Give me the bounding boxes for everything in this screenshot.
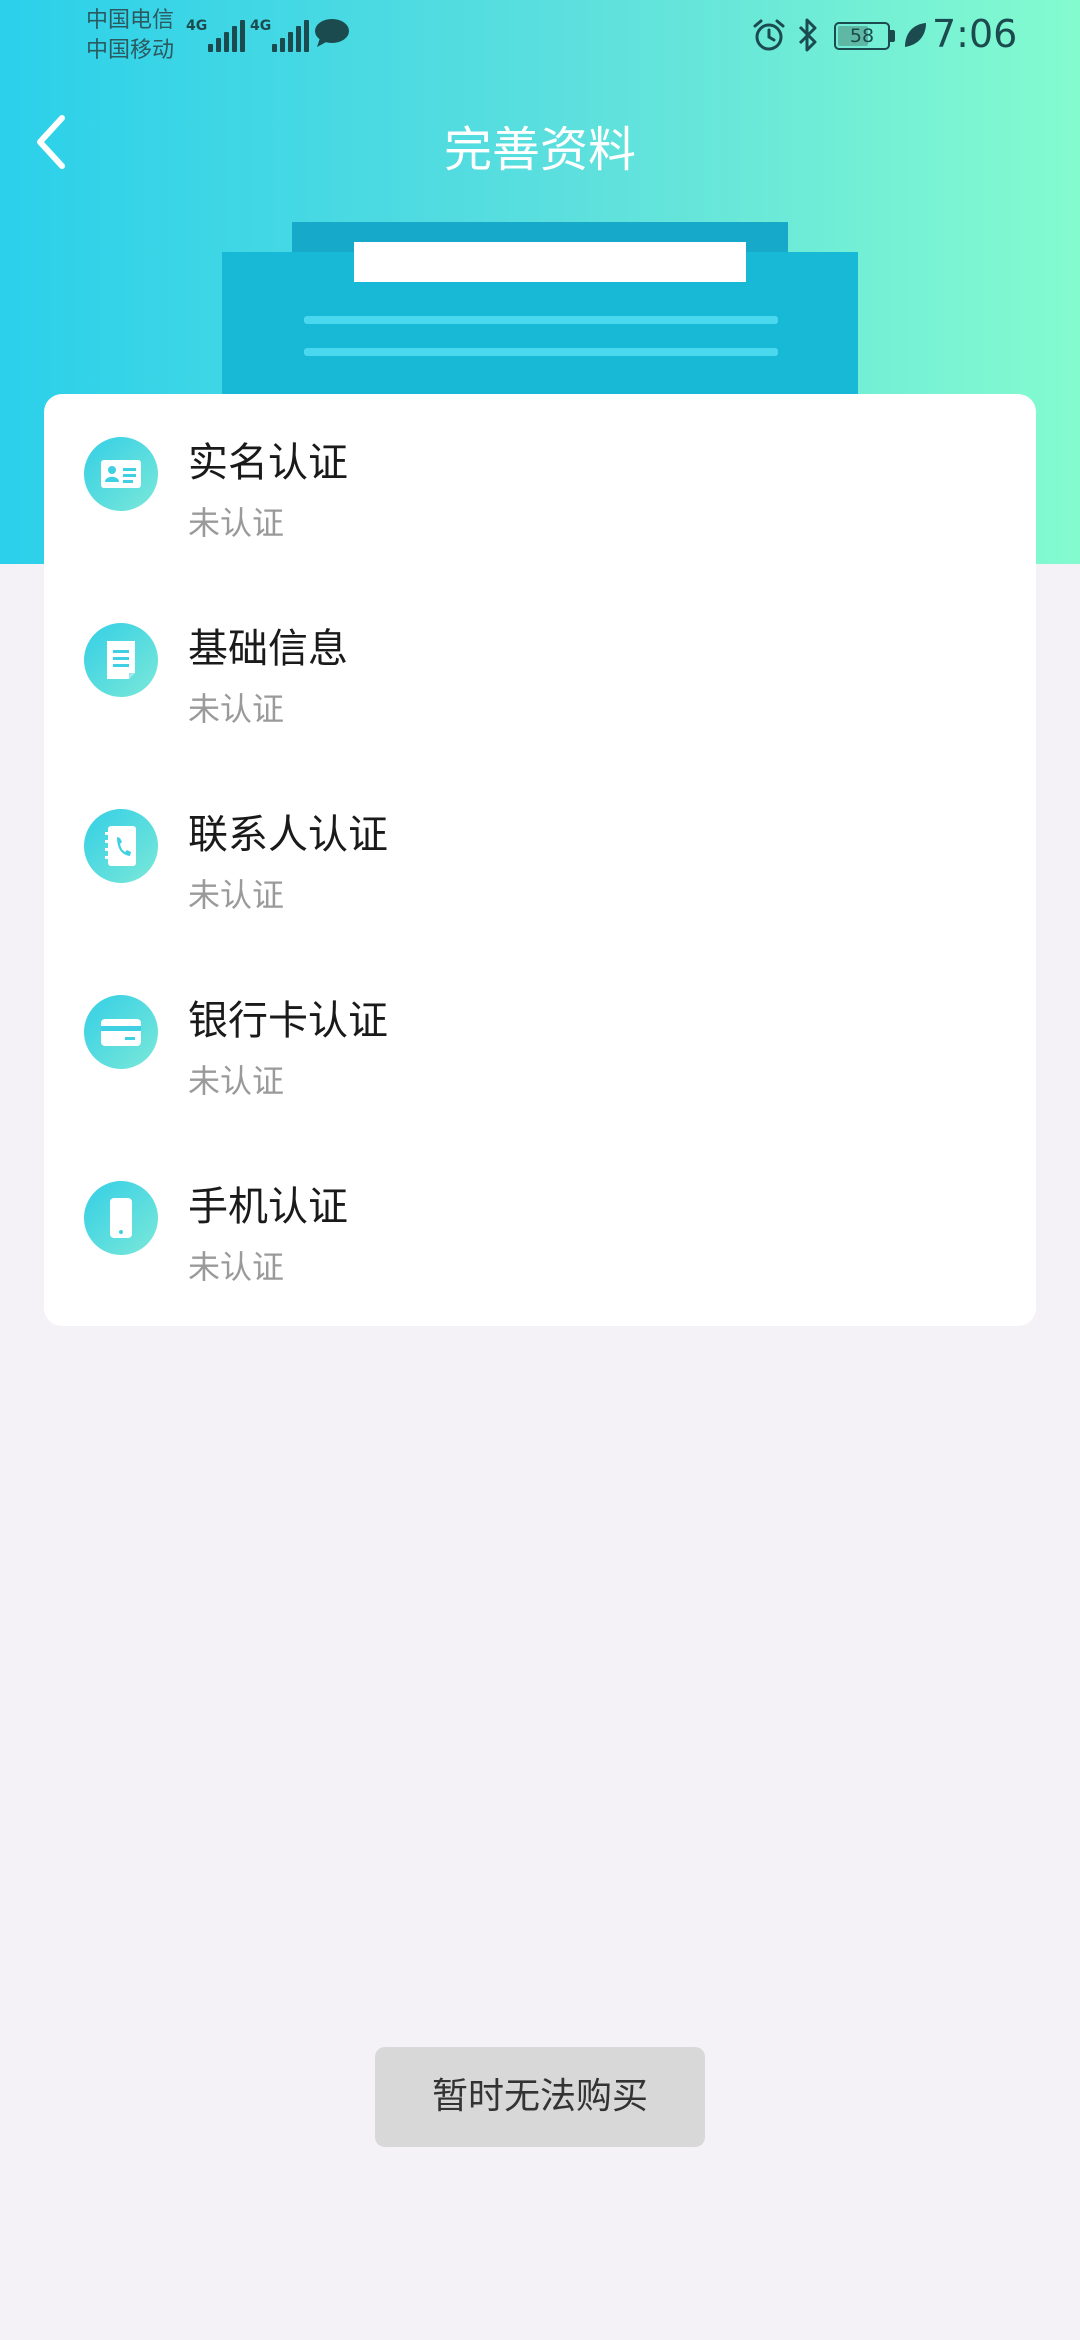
carrier-2-label: 中国移动 bbox=[86, 38, 175, 63]
verification-item-bank-card[interactable]: 银行卡认证 未认证 bbox=[44, 952, 1036, 1138]
verification-item-title: 实名认证 bbox=[188, 440, 348, 486]
contacts-book-icon bbox=[84, 809, 158, 883]
document-illustration-line bbox=[304, 348, 778, 356]
battery-level: 58 bbox=[849, 25, 875, 47]
verification-item-title: 联系人认证 bbox=[188, 812, 388, 858]
mobile-phone-icon bbox=[84, 1181, 158, 1255]
verification-card: 实名认证 未认证 基础信息 未认证 联系人认证 未认证 银行卡认证 未认证 手机… bbox=[44, 394, 1036, 1326]
purchase-unavailable-button[interactable]: 暂时无法购买 bbox=[375, 2047, 705, 2147]
verification-item-status: 未认证 bbox=[188, 876, 285, 914]
verification-item-basic-info[interactable]: 基础信息 未认证 bbox=[44, 580, 1036, 766]
document-icon bbox=[84, 623, 158, 697]
alarm-clock-icon bbox=[753, 19, 785, 51]
verification-item-contacts[interactable]: 联系人认证 未认证 bbox=[44, 766, 1036, 952]
document-illustration-paper bbox=[354, 242, 746, 282]
carrier-labels: 中国电信 中国移动 bbox=[86, 6, 174, 66]
bluetooth-icon bbox=[798, 18, 817, 52]
verification-item-title: 手机认证 bbox=[188, 1184, 348, 1230]
network-1-label: 4G bbox=[186, 18, 208, 34]
document-illustration-line bbox=[304, 316, 778, 324]
battery-icon: 58 bbox=[834, 22, 890, 50]
verification-item-title: 基础信息 bbox=[188, 626, 348, 672]
verification-item-title: 银行卡认证 bbox=[188, 998, 388, 1044]
bank-card-icon bbox=[84, 995, 158, 1069]
carrier-1-label: 中国电信 bbox=[86, 8, 175, 33]
clock: 7:06 bbox=[932, 12, 1018, 56]
verification-item-real-name[interactable]: 实名认证 未认证 bbox=[44, 394, 1036, 580]
verification-item-status: 未认证 bbox=[188, 1062, 285, 1100]
network-2-label: 4G bbox=[250, 18, 272, 34]
page-title: 完善资料 bbox=[443, 122, 636, 178]
verification-item-status: 未认证 bbox=[188, 504, 285, 542]
id-card-icon bbox=[84, 437, 158, 511]
message-bubble-icon bbox=[315, 19, 349, 47]
battery-cap bbox=[890, 30, 895, 42]
verification-item-status: 未认证 bbox=[188, 690, 285, 728]
status-bar: 中国电信 中国移动 4G 4G 58 7:06 bbox=[0, 0, 1080, 74]
verification-item-status: 未认证 bbox=[188, 1248, 285, 1286]
verification-item-mobile[interactable]: 手机认证 未认证 bbox=[44, 1138, 1036, 1324]
leaf-icon bbox=[905, 23, 926, 47]
